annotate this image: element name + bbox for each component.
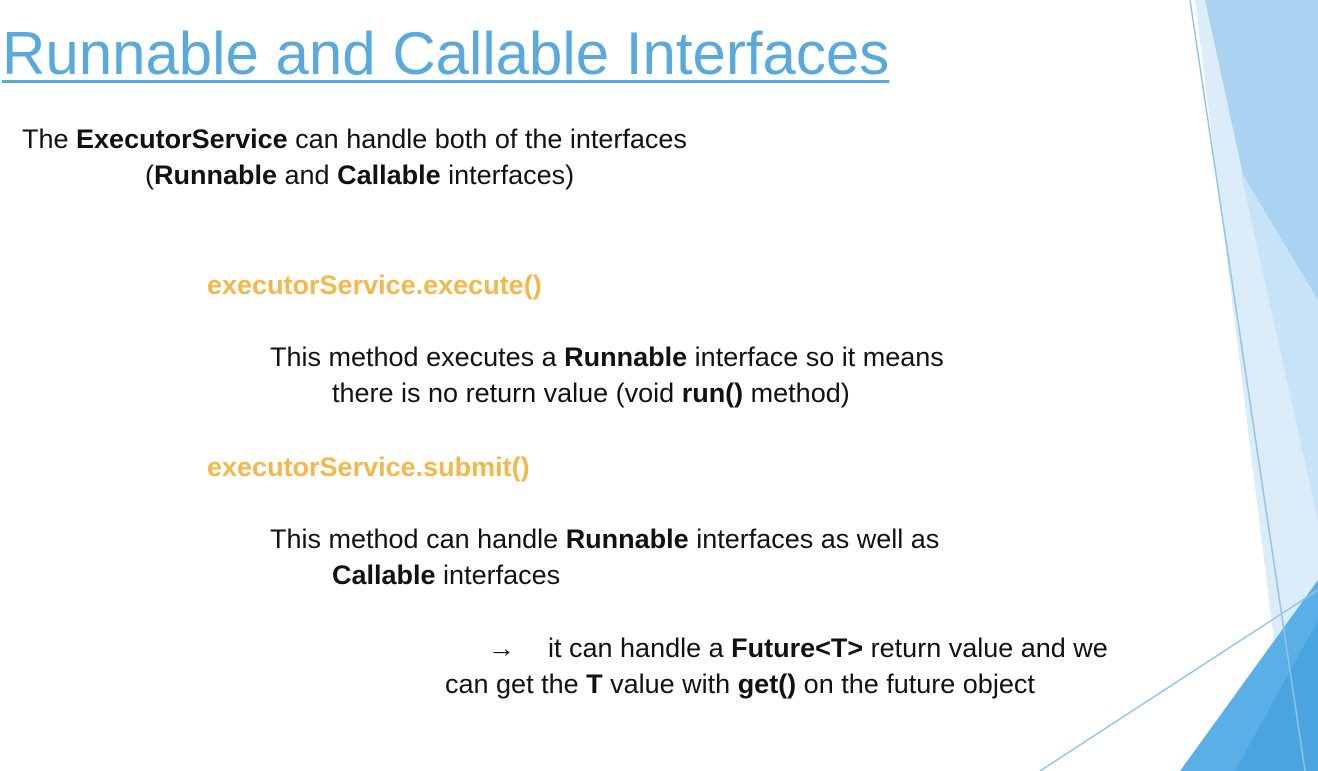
bold-runnable: Runnable (564, 342, 688, 372)
bold-run-method: run() (681, 378, 744, 408)
submit-desc-line-2: Callable interfaces (332, 560, 561, 590)
intro-line-1: The ExecutorService can handle both of t… (22, 124, 687, 154)
decor-dark-panel (1180, 580, 1318, 771)
method-execute: executorService.execute() (207, 270, 542, 300)
method-submit: executorService.submit() (207, 452, 530, 482)
submit-note-line-1: → it can handle a Future<T> return value … (488, 630, 1108, 666)
bold-get-method: get() (737, 669, 797, 699)
decor-thin-line-1 (1189, 0, 1306, 771)
execute-desc-line-2: there is no return value (void run() met… (332, 378, 850, 408)
execute-desc-line-1: This method executes a Runnable interfac… (270, 342, 944, 372)
bold-t: T (586, 669, 603, 699)
submit-note-line-2: can get the T value with get() on the fu… (445, 669, 1035, 699)
decor-dark-edge (1235, 620, 1318, 771)
bold-callable: Callable (332, 560, 436, 590)
bold-runnable: Runnable (565, 524, 689, 554)
bold-callable: Callable (337, 160, 441, 190)
decor-mid-panel (1205, 0, 1318, 520)
bold-runnable: Runnable (154, 160, 278, 190)
decor-thin-line-2 (1039, 589, 1318, 771)
submit-desc-line-1: This method can handle Runnable interfac… (270, 524, 940, 554)
intro-line-2: (Runnable and Callable interfaces) (145, 160, 575, 190)
bold-future-t: Future<T> (731, 633, 864, 663)
decor-light-panel (1195, 0, 1318, 771)
slide-title: Runnable and Callable Interfaces (2, 20, 890, 87)
arrow-right-icon: → (488, 633, 515, 663)
decor-pale-panel (1240, 170, 1318, 520)
bold-executorservice: ExecutorService (76, 124, 288, 154)
